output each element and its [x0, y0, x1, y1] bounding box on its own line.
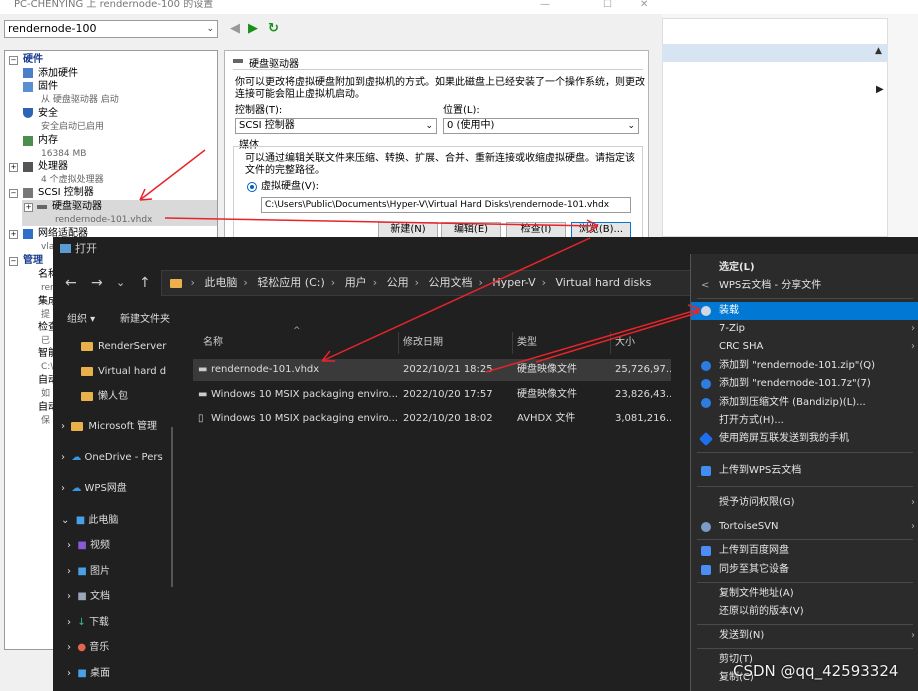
arrow-tree-to-hdd: [139, 149, 206, 201]
arrow-file-to-mount-2: [535, 311, 701, 363]
arrow-file-to-mount: [485, 308, 701, 373]
annotation-arrows: [139, 149, 701, 373]
arrow-hdd-to-browse: [164, 217, 599, 227]
arrow-browse-to-file: [321, 237, 591, 362]
watermark-text: CSDN @qq_42593324: [733, 662, 899, 680]
